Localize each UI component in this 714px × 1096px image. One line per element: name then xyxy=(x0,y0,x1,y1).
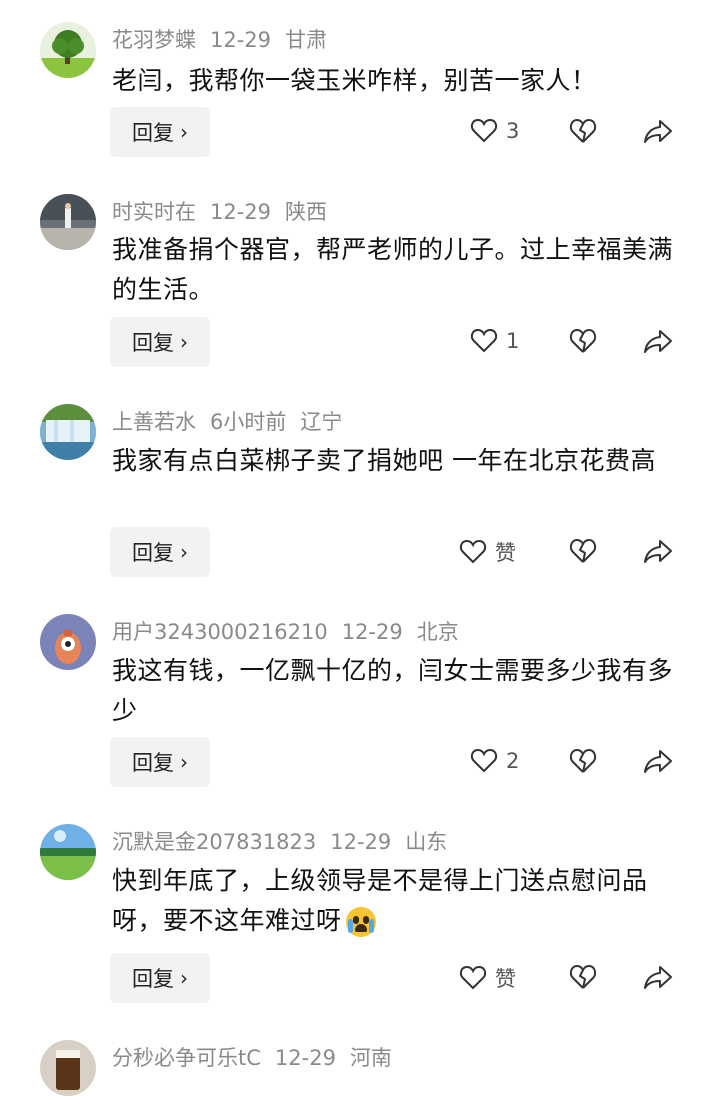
comment-meta: 上善若水 6小时前 辽宁 xyxy=(112,408,356,436)
share-button[interactable] xyxy=(643,747,673,775)
share-button[interactable] xyxy=(643,537,673,565)
comment-date: 6小时前 xyxy=(210,410,287,434)
heart-outline-icon xyxy=(470,328,498,353)
heart-outline-icon xyxy=(470,118,498,143)
comment-location: 北京 xyxy=(416,620,459,644)
comment-date: 12-29 xyxy=(341,620,403,644)
broken-heart-icon xyxy=(569,965,597,989)
like-count: 2 xyxy=(506,749,520,773)
comment-location: 河南 xyxy=(349,1046,392,1070)
share-arrow-icon xyxy=(644,120,672,143)
comment-text: 快到年底了，上级领导是不是得上门送点慰问品呀，要不这年难过呀 xyxy=(112,861,682,941)
broken-heart-icon xyxy=(569,329,597,353)
broken-heart-icon xyxy=(569,539,597,563)
comment-meta: 分秒必争可乐tC 12-29 河南 xyxy=(112,1044,406,1072)
reply-label: 回复 xyxy=(132,751,174,775)
like-button[interactable]: 1 xyxy=(470,327,519,355)
comment-text-body: 快到年底了，上级领导是不是得上门送点慰问品呀，要不这年难过呀 xyxy=(112,866,648,935)
share-button[interactable] xyxy=(643,963,673,991)
chevron-right-icon: › xyxy=(180,966,188,990)
avatar[interactable] xyxy=(40,824,96,880)
crying-face-emoji xyxy=(345,907,376,937)
dislike-button[interactable] xyxy=(568,537,598,565)
comment-date: 12-29 xyxy=(210,200,272,224)
comment-location: 陕西 xyxy=(285,200,328,224)
username[interactable]: 沉默是金207831823 xyxy=(112,830,316,854)
avatar[interactable] xyxy=(40,404,96,460)
username[interactable]: 用户3243000216210 xyxy=(112,620,328,644)
reply-button[interactable]: 回复 › xyxy=(110,737,210,787)
comment-meta: 花羽梦蝶 12-29 甘肃 xyxy=(112,26,341,54)
comment-location: 辽宁 xyxy=(300,410,343,434)
dislike-button[interactable] xyxy=(568,747,598,775)
reply-button[interactable]: 回复 › xyxy=(110,107,210,157)
like-button[interactable]: 赞 xyxy=(459,537,516,567)
like-button[interactable]: 赞 xyxy=(459,963,516,993)
comment-meta: 时实时在 12-29 陕西 xyxy=(112,198,341,226)
share-button[interactable] xyxy=(643,117,673,145)
like-count: 赞 xyxy=(495,541,516,565)
chevron-right-icon: › xyxy=(180,120,188,144)
dislike-button[interactable] xyxy=(568,117,598,145)
comment-date: 12-29 xyxy=(330,830,392,854)
comment-text: 我家有点白菜梆子卖了捐她吧 一年在北京花费高 xyxy=(112,446,656,475)
share-arrow-icon xyxy=(644,966,672,989)
broken-heart-icon xyxy=(569,749,597,773)
username[interactable]: 花羽梦蝶 xyxy=(112,28,196,52)
like-count: 1 xyxy=(506,329,520,353)
comment-text: 老闫，我帮你一袋玉米咋样，别苦一家人！ xyxy=(112,66,597,95)
like-count: 赞 xyxy=(495,967,516,991)
avatar[interactable] xyxy=(40,614,96,670)
chevron-right-icon: › xyxy=(180,750,188,774)
comment-location: 山东 xyxy=(405,830,448,854)
reply-button[interactable]: 回复 › xyxy=(110,317,210,367)
share-arrow-icon xyxy=(644,750,672,773)
comment-text: 我准备捐个器官，帮严老师的儿子。过上幸福美满的生活。 xyxy=(112,235,674,304)
username[interactable]: 时实时在 xyxy=(112,200,196,224)
like-count: 3 xyxy=(506,119,520,143)
broken-heart-icon xyxy=(569,119,597,143)
username[interactable]: 分秒必争可乐tC xyxy=(112,1046,261,1070)
comment-meta: 沉默是金207831823 12-29 山东 xyxy=(112,828,461,856)
share-button[interactable] xyxy=(643,327,673,355)
comment-meta: 用户3243000216210 12-29 北京 xyxy=(112,618,473,646)
avatar[interactable] xyxy=(40,194,96,250)
share-arrow-icon xyxy=(644,540,672,563)
heart-outline-icon xyxy=(459,539,487,564)
reply-label: 回复 xyxy=(132,541,174,565)
comment-date: 12-29 xyxy=(210,28,272,52)
like-button[interactable]: 2 xyxy=(470,747,519,775)
dislike-button[interactable] xyxy=(568,963,598,991)
reply-button[interactable]: 回复 › xyxy=(110,527,210,577)
share-arrow-icon xyxy=(644,330,672,353)
avatar[interactable] xyxy=(40,1040,96,1096)
reply-label: 回复 xyxy=(132,331,174,355)
heart-outline-icon xyxy=(459,965,487,990)
heart-outline-icon xyxy=(470,748,498,773)
chevron-right-icon: › xyxy=(180,540,188,564)
comment-location: 甘肃 xyxy=(285,28,328,52)
dislike-button[interactable] xyxy=(568,327,598,355)
avatar[interactable] xyxy=(40,22,96,78)
comment-date: 12-29 xyxy=(274,1046,336,1070)
reply-label: 回复 xyxy=(132,967,174,991)
reply-label: 回复 xyxy=(132,121,174,145)
like-button[interactable]: 3 xyxy=(470,117,519,145)
username[interactable]: 上善若水 xyxy=(112,410,196,434)
reply-button[interactable]: 回复 › xyxy=(110,953,210,1003)
comment-text: 我这有钱，一亿飘十亿的，闫女士需要多少我有多少 xyxy=(112,656,674,725)
chevron-right-icon: › xyxy=(180,330,188,354)
